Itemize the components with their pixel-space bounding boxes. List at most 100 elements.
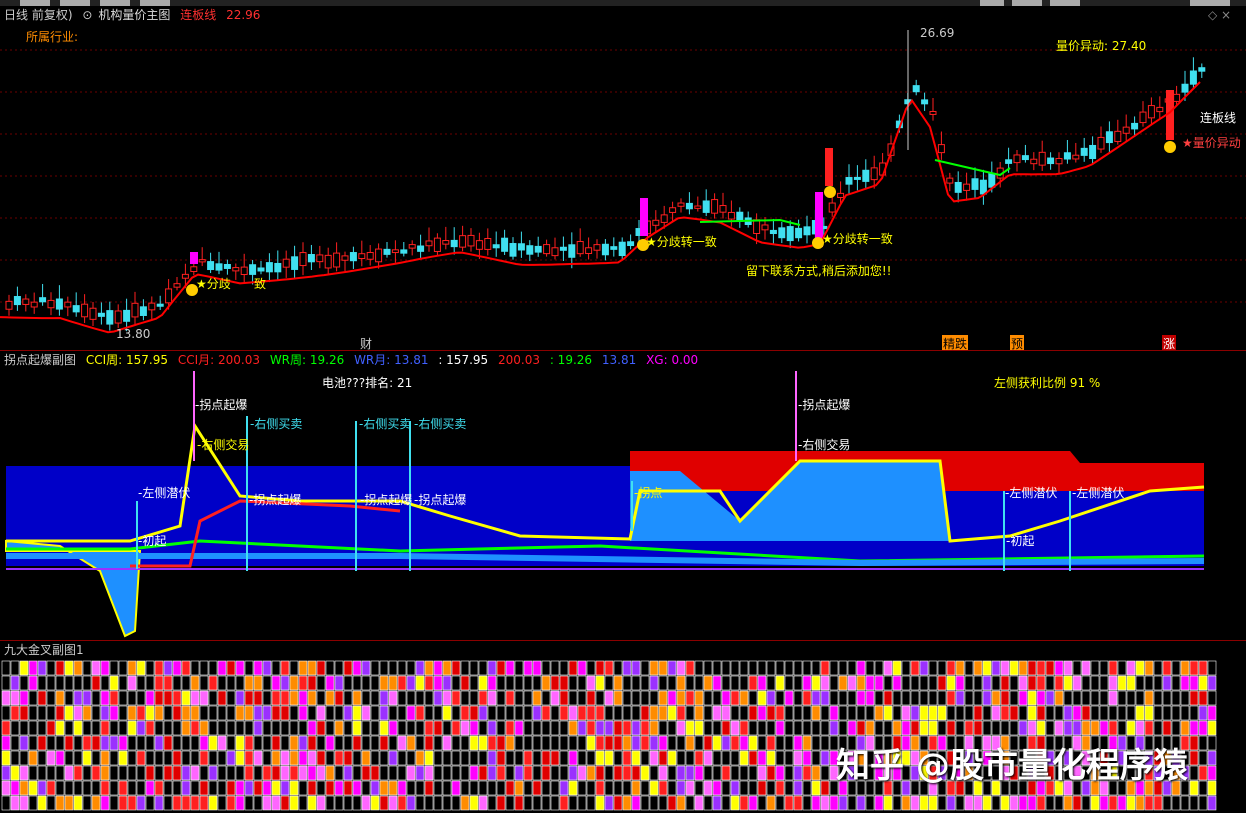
grid-cell <box>316 780 326 796</box>
grid-cell <box>217 735 227 751</box>
grid-cell <box>982 720 992 736</box>
grid-cell <box>388 750 398 766</box>
grid-cell <box>649 735 659 751</box>
grid-cell <box>937 720 947 736</box>
grid-cell <box>946 795 956 811</box>
grid-cell <box>748 735 758 751</box>
grid-cell <box>271 735 281 751</box>
grid-cell <box>253 750 263 766</box>
reversal-subchart-panel[interactable]: 拐点起爆副图 CCI周: 157.95 CCI月: 200.03 WR周: 19… <box>0 350 1246 641</box>
grid-cell <box>829 720 839 736</box>
grid-cell <box>784 750 794 766</box>
grid-cell <box>874 660 884 676</box>
grid-cell <box>667 675 677 691</box>
grid-cell <box>622 675 632 691</box>
main-chart-panel[interactable]: 日线 前复权) ⊙ 机构量价主图 连板线 22.96 ◇ × 所属行业: 26.6… <box>0 0 1246 350</box>
candle-body <box>803 226 811 236</box>
grid-cell <box>658 795 668 811</box>
grid-cell <box>244 720 254 736</box>
grid-cell <box>892 690 902 706</box>
grid-cell <box>451 675 461 691</box>
grid-cell <box>874 675 884 691</box>
grid-cell <box>739 705 749 721</box>
grid-cell <box>631 780 641 796</box>
grid-cell <box>631 765 641 781</box>
grid-cell <box>757 690 767 706</box>
grid-cell <box>1000 720 1010 736</box>
grid-cell <box>748 690 758 706</box>
grid-cell <box>532 795 542 811</box>
grid-cell <box>559 675 569 691</box>
grid-cell <box>730 735 740 751</box>
panel-controls-icon[interactable]: ◇ × <box>1208 6 1231 24</box>
sub1-name[interactable]: 拐点起爆副图 <box>4 353 76 367</box>
grid-cell <box>118 660 128 676</box>
candle-body <box>97 312 105 317</box>
grid-cell <box>361 795 371 811</box>
candle-body <box>988 172 996 188</box>
grid-cell <box>730 780 740 796</box>
grid-cell <box>694 675 704 691</box>
grid-cell <box>469 735 479 751</box>
candle-body <box>1114 130 1122 142</box>
grid-cell <box>136 690 146 706</box>
grid-cell <box>820 705 830 721</box>
grid-cell <box>253 795 263 811</box>
grid-cell <box>991 705 1001 721</box>
grid-cell <box>262 705 272 721</box>
grid-cell <box>829 705 839 721</box>
grid-cell <box>1000 795 1010 811</box>
grid-cell <box>397 675 407 691</box>
grid-cell <box>874 795 884 811</box>
candle-body <box>1105 131 1113 144</box>
golden-cross-subchart-panel[interactable]: 九大金叉副图1 <box>0 640 1246 813</box>
grid-cell <box>262 720 272 736</box>
lianban-label: 连板线 <box>1200 111 1237 125</box>
grid-cell <box>145 675 155 691</box>
grid-cell <box>37 765 47 781</box>
grid-cell <box>577 660 587 676</box>
collapse-icon[interactable]: ⊙ <box>82 8 92 22</box>
grid-cell <box>955 675 965 691</box>
grid-cell <box>91 750 101 766</box>
grid-cell <box>541 720 551 736</box>
grid-cell <box>865 795 875 811</box>
grid-cell <box>937 705 947 721</box>
candle-body <box>517 243 525 251</box>
left-profit-ratio: 左侧获利比例 91 % <box>994 376 1101 390</box>
indicator-name[interactable]: 机构量价主图 <box>98 8 170 22</box>
grid-cell <box>910 720 920 736</box>
grid-cell <box>955 660 965 676</box>
grid-cell <box>154 780 164 796</box>
grid-cell <box>1126 675 1136 691</box>
grid-cell <box>766 750 776 766</box>
candle-body <box>1181 83 1189 93</box>
grid-cell <box>91 780 101 796</box>
grid-cell <box>883 795 893 811</box>
grid-cell <box>262 750 272 766</box>
grid-cell <box>802 750 812 766</box>
grid-cell <box>586 750 596 766</box>
grid-cell <box>874 705 884 721</box>
grid-cell <box>604 750 614 766</box>
grid-cell <box>172 675 182 691</box>
grid-cell <box>811 660 821 676</box>
grid-cell <box>775 735 785 751</box>
grid-cell <box>136 765 146 781</box>
grid-cell <box>208 750 218 766</box>
grid-cell <box>334 750 344 766</box>
grid-cell <box>208 765 218 781</box>
grid-cell <box>73 660 83 676</box>
grid-cell <box>442 705 452 721</box>
grid-cell <box>667 780 677 796</box>
grid-cell <box>307 780 317 796</box>
grid-cell <box>784 660 794 676</box>
grid-cell <box>10 780 20 796</box>
grid-cell <box>91 720 101 736</box>
grid-cell <box>784 675 794 691</box>
grid-cell <box>55 705 65 721</box>
grid-cell <box>622 735 632 751</box>
sub2-name[interactable]: 九大金叉副图1 <box>4 643 84 657</box>
grid-cell <box>955 720 965 736</box>
grid-cell <box>271 705 281 721</box>
